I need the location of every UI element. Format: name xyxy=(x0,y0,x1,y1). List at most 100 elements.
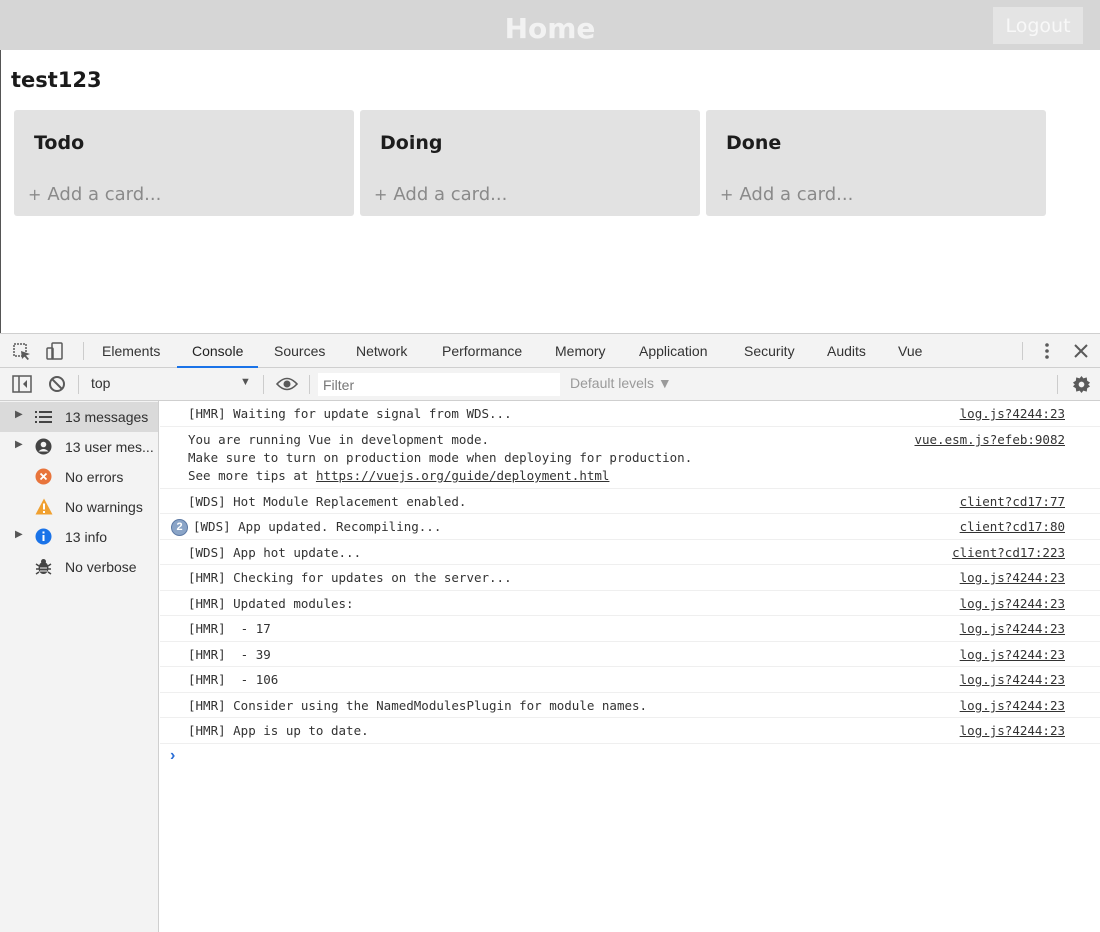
warning-icon xyxy=(35,498,53,515)
console-message: [HMR] Waiting for update signal from WDS… xyxy=(160,401,1100,427)
device-toolbar-icon[interactable] xyxy=(45,341,65,366)
console-message: You are running Vue in development mode.… xyxy=(160,427,1100,489)
tab-network[interactable]: Network xyxy=(356,334,407,368)
message-text: [WDS] App updated. Recompiling... xyxy=(193,519,442,534)
console-output: [HMR] Waiting for update signal from WDS… xyxy=(160,401,1100,932)
console-toolbar: top ▼ Default levels ▼ xyxy=(0,368,1100,401)
message-source-link[interactable]: log.js?4244:23 xyxy=(960,671,1065,689)
add-card-button[interactable]: + Add a card... xyxy=(720,184,853,205)
gear-icon[interactable] xyxy=(1072,375,1091,399)
logout-button[interactable]: Logout xyxy=(993,7,1083,44)
console-message: [HMR] - 39 log.js?4244:23 xyxy=(160,642,1100,667)
list-icon xyxy=(35,408,52,425)
sidebar-item-label: No verbose xyxy=(65,559,137,575)
close-icon[interactable] xyxy=(1073,343,1089,364)
add-card-button[interactable]: + Add a card... xyxy=(374,184,507,205)
sidebar-item-user-messages[interactable]: ▶ 13 user mes... xyxy=(0,432,158,462)
tab-memory[interactable]: Memory xyxy=(555,334,606,368)
inspect-element-icon[interactable] xyxy=(12,342,32,367)
message-source-link[interactable]: log.js?4244:23 xyxy=(960,405,1065,423)
repeat-count-badge: 2 xyxy=(171,519,188,536)
tab-application[interactable]: Application xyxy=(639,334,708,368)
message-text: [HMR] Updated modules: xyxy=(188,596,354,611)
sidebar-item-messages[interactable]: ▶ 13 messages xyxy=(0,402,158,432)
tab-vue[interactable]: Vue xyxy=(898,334,922,368)
add-card-button[interactable]: + Add a card... xyxy=(28,184,161,205)
message-text: [HMR] Consider using the NamedModulesPlu… xyxy=(188,698,648,713)
message-source-link[interactable]: log.js?4244:23 xyxy=(960,620,1065,638)
message-source-link[interactable]: log.js?4244:23 xyxy=(960,569,1065,587)
message-source-link[interactable]: client?cd17:223 xyxy=(952,544,1065,562)
plus-icon: + xyxy=(720,185,734,204)
sidebar-item-info[interactable]: ▶ 13 info xyxy=(0,522,158,552)
message-source-link[interactable]: vue.esm.js?efeb:9082 xyxy=(914,431,1065,449)
console-message: [HMR] Checking for updates on the server… xyxy=(160,565,1100,591)
message-text: [WDS] Hot Module Replacement enabled. xyxy=(188,494,467,509)
tab-sources[interactable]: Sources xyxy=(274,334,325,368)
clear-console-icon[interactable] xyxy=(48,375,66,398)
console-message: [HMR] Updated modules: log.js?4244:23 xyxy=(160,591,1100,616)
divider xyxy=(263,375,264,394)
message-source-link[interactable]: client?cd17:80 xyxy=(960,518,1065,536)
sidebar-item-label: 13 messages xyxy=(65,409,149,425)
user-icon xyxy=(35,438,52,455)
message-source-link[interactable]: client?cd17:77 xyxy=(960,493,1065,511)
message-source-link[interactable]: log.js?4244:23 xyxy=(960,722,1065,740)
sidebar-item-errors[interactable]: No errors xyxy=(0,462,158,492)
add-card-label: Add a card... xyxy=(393,184,508,205)
message-source-link[interactable]: log.js?4244:23 xyxy=(960,697,1065,715)
list-todo: Todo + Add a card... xyxy=(14,110,354,216)
divider xyxy=(1022,342,1023,360)
list-title: Todo xyxy=(34,132,85,154)
page-title: Home xyxy=(504,12,596,45)
console-message: [HMR] - 106 log.js?4244:23 xyxy=(160,667,1100,693)
divider xyxy=(309,375,310,394)
tab-performance[interactable]: Performance xyxy=(442,334,522,368)
caret-right-icon[interactable]: ▶ xyxy=(15,439,23,450)
caret-right-icon[interactable]: ▶ xyxy=(15,409,23,420)
message-text: [HMR] - 17 xyxy=(188,621,271,636)
console-message: [WDS] Hot Module Replacement enabled. cl… xyxy=(160,489,1100,514)
divider xyxy=(83,342,84,360)
console-message: [WDS] App hot update... client?cd17:223 xyxy=(160,540,1100,565)
divider xyxy=(78,375,79,394)
list-title: Done xyxy=(726,132,782,154)
dropdown-arrow-icon[interactable]: ▼ xyxy=(240,376,251,388)
divider xyxy=(1057,375,1058,394)
filter-input[interactable] xyxy=(318,373,560,396)
console-message: 2 [WDS] App updated. Recompiling... clie… xyxy=(160,514,1100,540)
devtools-tabbar: Elements Console Sources Network Perform… xyxy=(0,334,1100,368)
console-message: [HMR] - 17 log.js?4244:23 xyxy=(160,616,1100,642)
list-title: Doing xyxy=(380,132,443,154)
list-doing: Doing + Add a card... xyxy=(360,110,700,216)
board-title: test123 xyxy=(11,68,102,92)
sidebar-item-label: 13 user mes... xyxy=(65,439,154,455)
message-text: [HMR] - 106 xyxy=(188,672,279,687)
tab-audits[interactable]: Audits xyxy=(827,334,866,368)
tab-elements[interactable]: Elements xyxy=(102,334,160,368)
sidebar-item-label: No errors xyxy=(65,469,124,485)
eye-icon[interactable] xyxy=(275,376,299,397)
console-prompt[interactable]: › xyxy=(170,747,175,765)
context-select[interactable]: top xyxy=(91,375,110,391)
message-source-link[interactable]: log.js?4244:23 xyxy=(960,646,1065,664)
message-text: [HMR] - 39 xyxy=(188,647,271,662)
tab-console[interactable]: Console xyxy=(177,334,259,368)
default-levels-dropdown[interactable]: Default levels ▼ xyxy=(570,375,672,391)
tab-security[interactable]: Security xyxy=(744,334,795,368)
sidebar-item-label: 13 info xyxy=(65,529,108,545)
message-text: [HMR] Checking for updates on the server… xyxy=(188,570,512,585)
sidebar-toggle-icon[interactable] xyxy=(12,375,32,398)
sidebar-item-verbose[interactable]: No verbose xyxy=(0,552,158,582)
sidebar-item-warnings[interactable]: No warnings xyxy=(0,492,158,522)
sidebar-item-label: No warnings xyxy=(65,499,143,515)
list-done: Done + Add a card... xyxy=(706,110,1046,216)
plus-icon: + xyxy=(374,185,388,204)
message-text: [WDS] App hot update... xyxy=(188,545,362,560)
devtools-panel: Elements Console Sources Network Perform… xyxy=(0,333,1100,932)
message-text: You are running Vue in development mode.… xyxy=(188,431,692,485)
docs-link[interactable]: https://vuejs.org/guide/deployment.html xyxy=(316,468,610,483)
message-source-link[interactable]: log.js?4244:23 xyxy=(960,595,1065,613)
caret-right-icon[interactable]: ▶ xyxy=(15,529,23,540)
more-options-icon[interactable] xyxy=(1039,341,1055,366)
